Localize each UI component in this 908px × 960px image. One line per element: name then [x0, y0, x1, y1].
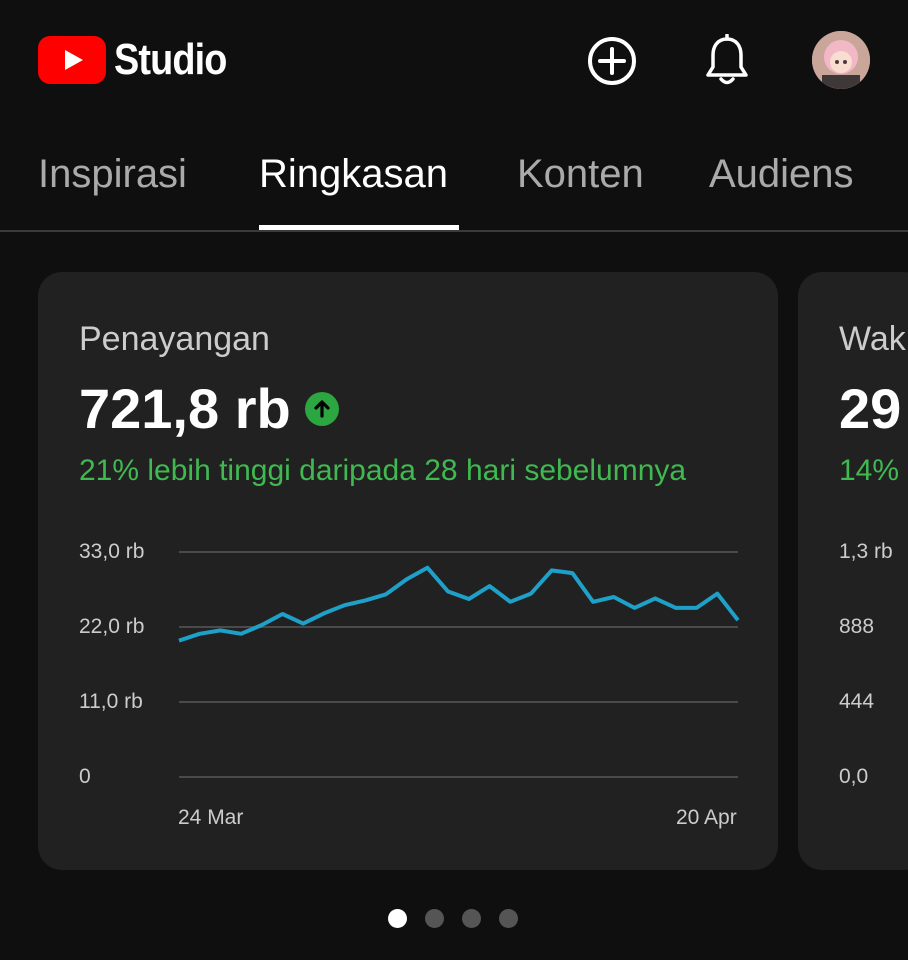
- y-tick-label: 11,0 rb: [79, 690, 143, 713]
- tab-inspirasi[interactable]: Inspirasi: [38, 152, 187, 197]
- views-series-line: [178, 565, 740, 643]
- x-tick-label: 24 Mar: [178, 806, 244, 829]
- active-tab-indicator: [259, 225, 459, 230]
- avatar[interactable]: [812, 31, 870, 89]
- y-tick-label: 0,0: [839, 765, 869, 788]
- notifications-button[interactable]: [699, 33, 755, 89]
- views-card[interactable]: Penayangan 721,8 rb 21% lebih tinggi dar…: [38, 272, 778, 870]
- tab-audiens[interactable]: Audiens: [709, 152, 854, 197]
- y-tick-label: 1,3 rb: [839, 540, 893, 563]
- youtube-play-logo-icon: [38, 36, 106, 84]
- y-tick-label: 33,0 rb: [79, 540, 145, 563]
- add-circle-icon: [588, 37, 636, 85]
- pager-dot[interactable]: [425, 909, 444, 928]
- bell-icon: [706, 34, 748, 85]
- card-value: 29: [839, 377, 902, 440]
- tab-bar: Inspirasi Ringkasan Konten Audiens: [0, 130, 908, 232]
- pager-dot[interactable]: [388, 909, 407, 928]
- y-tick-label: 444: [839, 690, 875, 713]
- tab-ringkasan[interactable]: Ringkasan: [259, 152, 448, 197]
- youtube-studio-logo[interactable]: Studio: [38, 35, 245, 84]
- x-tick-label: 20 Apr: [676, 806, 737, 829]
- pager-dot[interactable]: [462, 909, 481, 928]
- logo-text: Studio: [114, 35, 227, 84]
- card-change-text: 14%: [839, 454, 900, 487]
- card-title: Wak: [839, 320, 906, 358]
- views-line-chart: [178, 551, 740, 778]
- avatar-image: [812, 31, 870, 89]
- app-header: Studio: [0, 0, 908, 120]
- carousel-pager: [388, 909, 518, 928]
- pager-dot[interactable]: [499, 909, 518, 928]
- create-button[interactable]: [584, 33, 640, 89]
- tab-konten[interactable]: Konten: [517, 152, 644, 197]
- y-tick-label: 888: [839, 615, 875, 638]
- y-tick-label: 0: [79, 765, 91, 788]
- watch-time-card[interactable]: Wak 29 14% 1,3 rb 888 444 0,0: [798, 272, 908, 870]
- y-tick-label: 22,0 rb: [79, 615, 145, 638]
